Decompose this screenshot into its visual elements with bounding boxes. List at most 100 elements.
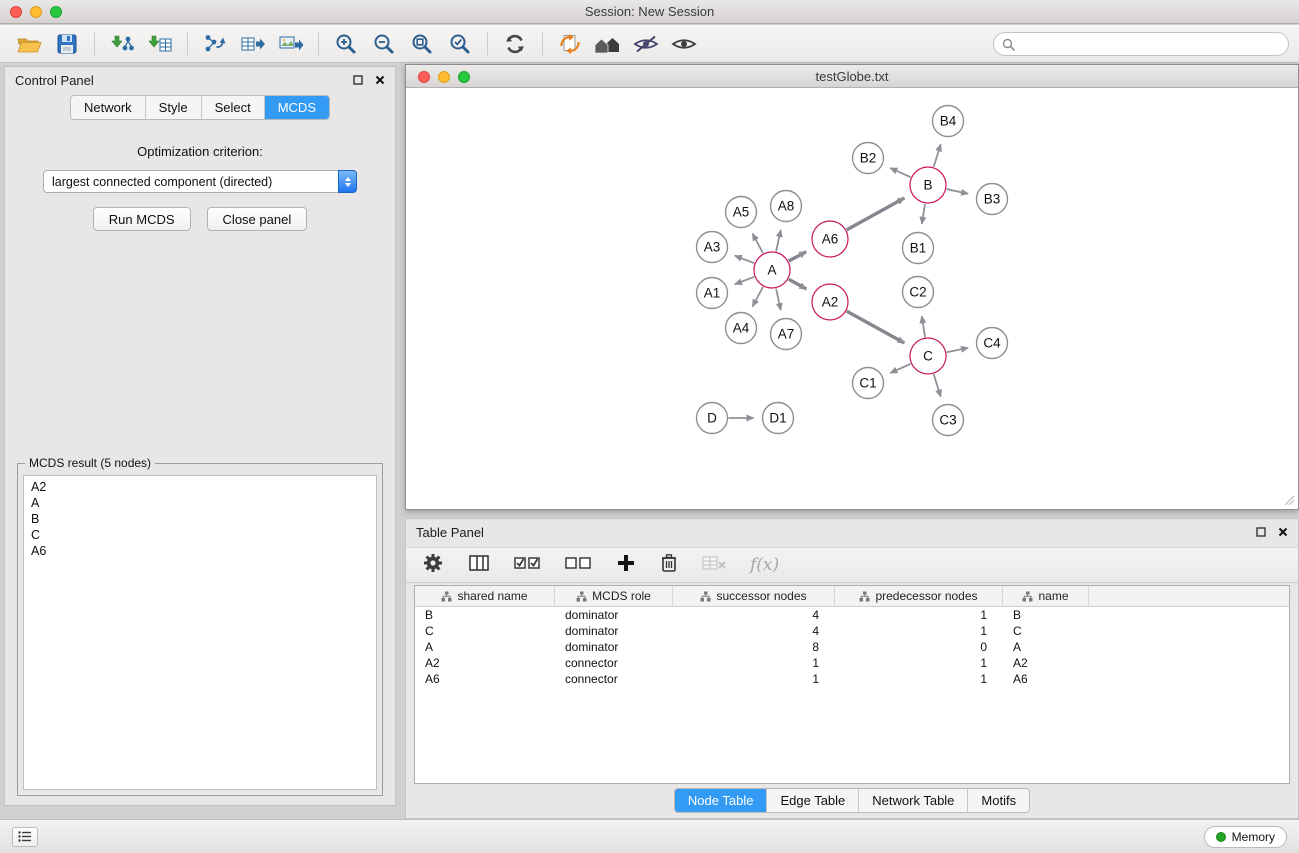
graph-node-A8[interactable]: A8 xyxy=(771,191,802,222)
table-cell[interactable]: 1 xyxy=(673,672,835,686)
graph-node-B2[interactable]: B2 xyxy=(853,143,884,174)
graph-node-C4[interactable]: C4 xyxy=(977,328,1008,359)
tab-select[interactable]: Select xyxy=(202,96,265,119)
column-header-shared-name[interactable]: shared name xyxy=(415,586,555,606)
graph-edge-A-A1[interactable] xyxy=(735,277,754,284)
graph-node-A[interactable]: A xyxy=(754,252,790,288)
table-row[interactable]: Bdominator41B xyxy=(415,607,1289,623)
graph-edge-B-B1[interactable] xyxy=(922,204,925,224)
zoom-network-window-button[interactable] xyxy=(458,71,470,83)
tab-motifs[interactable]: Motifs xyxy=(968,789,1029,812)
table-cell[interactable]: 0 xyxy=(835,640,1003,654)
table-row[interactable]: A6connector11A6 xyxy=(415,671,1289,687)
table-cell[interactable]: C xyxy=(415,624,555,638)
graph-node-A1[interactable]: A1 xyxy=(697,278,728,309)
column-header-predecessor-nodes[interactable]: predecessor nodes xyxy=(835,586,1003,606)
tab-node-table[interactable]: Node Table xyxy=(675,789,768,812)
graph-edge-C-C4[interactable] xyxy=(947,348,968,352)
graph-edge-C-C2[interactable] xyxy=(922,316,925,337)
minimize-window-button[interactable] xyxy=(30,6,42,18)
table-cell[interactable]: A xyxy=(1003,640,1089,654)
delete-rows-icon[interactable] xyxy=(660,553,678,578)
graph-node-C[interactable]: C xyxy=(910,338,946,374)
add-row-icon[interactable] xyxy=(616,553,636,578)
table-cell[interactable]: dominator xyxy=(555,624,673,638)
graph-edge-A-A7[interactable] xyxy=(776,289,781,311)
graph-node-A3[interactable]: A3 xyxy=(697,232,728,263)
graph-edge-A6-B[interactable] xyxy=(847,198,905,230)
table-cell[interactable]: 1 xyxy=(835,672,1003,686)
graph-node-C2[interactable]: C2 xyxy=(903,277,934,308)
zoom-out-icon[interactable] xyxy=(365,29,403,59)
hide-graphics-details-icon[interactable] xyxy=(627,29,665,59)
table-cell[interactable]: C xyxy=(1003,624,1089,638)
tab-network-table[interactable]: Network Table xyxy=(859,789,968,812)
close-panel-button[interactable]: Close panel xyxy=(207,207,308,231)
table-row[interactable]: Cdominator41C xyxy=(415,623,1289,639)
memory-button[interactable]: Memory xyxy=(1204,826,1287,848)
resize-handle[interactable] xyxy=(1283,494,1295,506)
table-cell[interactable]: dominator xyxy=(555,608,673,622)
export-network-icon[interactable] xyxy=(196,29,234,59)
close-table-panel-icon[interactable] xyxy=(1278,527,1288,537)
result-item[interactable]: C xyxy=(31,527,369,543)
session-refresh-icon[interactable] xyxy=(551,29,589,59)
import-network-icon[interactable] xyxy=(103,29,141,59)
table-cell[interactable]: A2 xyxy=(1003,656,1089,670)
graph-edge-A-A5[interactable] xyxy=(753,234,763,254)
tab-mcds[interactable]: MCDS xyxy=(265,96,329,119)
export-image-icon[interactable] xyxy=(272,29,310,59)
open-session-icon[interactable] xyxy=(10,29,48,59)
task-history-icon[interactable] xyxy=(12,827,38,847)
table-cell[interactable]: 4 xyxy=(673,608,835,622)
network-overview-icon[interactable] xyxy=(589,29,627,59)
table-cell[interactable]: A xyxy=(415,640,555,654)
table-cell[interactable]: connector xyxy=(555,672,673,686)
zoom-selected-icon[interactable] xyxy=(441,29,479,59)
graph-node-D[interactable]: D xyxy=(697,403,728,434)
table-cell[interactable]: 1 xyxy=(835,624,1003,638)
mcds-result-list[interactable]: A2ABCA6 xyxy=(23,475,377,790)
graph-node-D1[interactable]: D1 xyxy=(763,403,794,434)
network-canvas[interactable]: B4B2BB3A5A8A6A3AB1A1A2C2A4A7C4CC1DD1C3 xyxy=(407,89,1297,508)
tab-edge-table[interactable]: Edge Table xyxy=(767,789,859,812)
graph-edge-A-A8[interactable] xyxy=(776,230,781,252)
table-cell[interactable]: 4 xyxy=(673,624,835,638)
refresh-icon[interactable] xyxy=(496,29,534,59)
graph-edge-B-B2[interactable] xyxy=(890,168,910,177)
table-cell[interactable]: A2 xyxy=(415,656,555,670)
graph-node-B3[interactable]: B3 xyxy=(977,184,1008,215)
graph-node-A6[interactable]: A6 xyxy=(812,221,848,257)
graph-node-B1[interactable]: B1 xyxy=(903,233,934,264)
import-table-icon[interactable] xyxy=(141,29,179,59)
graph-edge-A-A4[interactable] xyxy=(753,287,763,307)
table-settings-icon[interactable] xyxy=(422,552,444,579)
graph-node-C1[interactable]: C1 xyxy=(853,368,884,399)
graph-edge-C-C1[interactable] xyxy=(890,364,910,373)
column-header-MCDS-role[interactable]: MCDS role xyxy=(555,586,673,606)
table-row[interactable]: Adominator80A xyxy=(415,639,1289,655)
optimization-criterion-select[interactable]: largest connected component (directed) xyxy=(43,170,357,193)
graph-edge-C-C3[interactable] xyxy=(934,374,941,396)
result-item[interactable]: B xyxy=(31,511,369,527)
show-graphics-details-icon[interactable] xyxy=(665,29,703,59)
result-item[interactable]: A xyxy=(31,495,369,511)
table-cell[interactable]: 1 xyxy=(673,656,835,670)
zoom-window-button[interactable] xyxy=(50,6,62,18)
graph-node-C3[interactable]: C3 xyxy=(933,405,964,436)
close-panel-icon[interactable] xyxy=(375,75,385,85)
close-network-window-button[interactable] xyxy=(418,71,430,83)
float-panel-icon[interactable] xyxy=(353,75,363,85)
select-all-rows-icon[interactable] xyxy=(514,554,541,577)
table-cell[interactable]: A6 xyxy=(1003,672,1089,686)
column-header-successor-nodes[interactable]: successor nodes xyxy=(673,586,835,606)
graph-node-A5[interactable]: A5 xyxy=(726,197,757,228)
close-window-button[interactable] xyxy=(10,6,22,18)
tab-network[interactable]: Network xyxy=(71,96,146,119)
graph-node-A7[interactable]: A7 xyxy=(771,319,802,350)
column-header-name[interactable]: name xyxy=(1003,586,1089,606)
graph-node-A2[interactable]: A2 xyxy=(812,284,848,320)
table-row[interactable]: A2connector11A2 xyxy=(415,655,1289,671)
table-cell[interactable]: 1 xyxy=(835,656,1003,670)
graph-node-B4[interactable]: B4 xyxy=(933,106,964,137)
